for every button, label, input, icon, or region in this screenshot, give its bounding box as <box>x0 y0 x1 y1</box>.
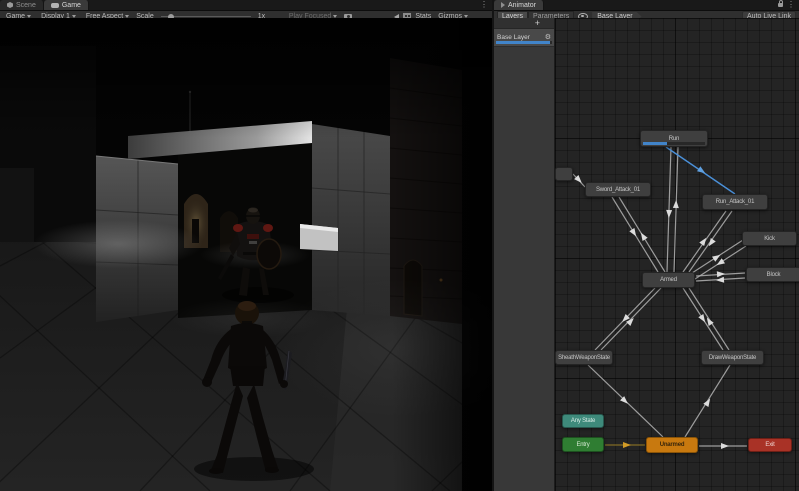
state-label: Unarmed <box>660 442 685 448</box>
gamepad-icon <box>51 3 59 8</box>
entry-node[interactable]: Entry <box>562 437 604 452</box>
game-viewport[interactable] <box>0 18 492 491</box>
layer-progress-bar <box>496 41 552 44</box>
state-label: Block <box>767 272 781 278</box>
state-label: DrawWeaponState <box>709 355 756 361</box>
animator-tab-bar: Animator ⋮ <box>494 0 799 11</box>
transition[interactable] <box>696 277 745 284</box>
add-layer-button[interactable]: + <box>535 19 540 27</box>
tab-scene-label: Scene <box>16 2 36 9</box>
transition-entry[interactable] <box>605 442 645 448</box>
layer-item-base-layer[interactable]: Base Layer ⚙ <box>494 29 554 47</box>
transition[interactable] <box>683 288 723 350</box>
state-node-sheath-weapon[interactable]: SheathWeaponState <box>555 350 613 365</box>
enemy-shield <box>257 239 281 269</box>
transition[interactable] <box>573 174 585 187</box>
transition[interactable] <box>601 288 661 350</box>
game-panel-menu-icon[interactable]: ⋮ <box>480 1 488 10</box>
layer-name: Base Layer <box>497 34 530 41</box>
game-scene-render <box>0 18 492 491</box>
transition[interactable] <box>619 197 665 272</box>
scale-slider[interactable] <box>161 16 251 17</box>
transition[interactable] <box>666 147 672 272</box>
default-state-node-unarmed[interactable]: Unarmed <box>646 437 698 453</box>
enemy-shadow <box>222 287 294 303</box>
transition[interactable] <box>689 211 732 272</box>
state-node-armed[interactable]: Armed <box>642 272 695 288</box>
animator-body: + Base Layer ⚙ <box>494 18 799 491</box>
transition[interactable] <box>612 197 658 272</box>
game-panel-tab-bar: Scene Game ⋮ <box>0 0 492 11</box>
animator-icon <box>501 2 505 8</box>
state-node-run-attack[interactable]: Run_Attack_01 <box>702 194 768 210</box>
state-label: Any State <box>571 418 595 424</box>
tab-animator-label: Animator <box>508 2 536 9</box>
animator-graph[interactable]: Sword_Attack_01 Run Run_Attack_01 Kick B… <box>555 18 799 491</box>
animator-panel: Animator ⋮ Layers Parameters Base Layer … <box>492 0 799 491</box>
state-node-clipped[interactable] <box>555 167 573 181</box>
unity-editor: Scene Game ⋮ Game Display 1 Free Aspect … <box>0 0 799 491</box>
layers-sidebar: + Base Layer ⚙ <box>494 18 555 491</box>
state-node-block[interactable]: Block <box>746 267 799 282</box>
transition[interactable] <box>699 443 747 449</box>
any-state-node[interactable]: Any State <box>562 414 604 428</box>
tab-scene[interactable]: Scene <box>0 0 44 10</box>
game-panel: Scene Game ⋮ Game Display 1 Free Aspect … <box>0 0 492 491</box>
state-label: SheathWeaponState <box>558 355 610 361</box>
animator-menu-icon[interactable]: ⋮ <box>787 1 795 10</box>
state-node-run[interactable]: Run <box>640 130 708 147</box>
state-label: Entry <box>576 442 589 448</box>
transition[interactable] <box>595 288 655 350</box>
state-label: Kick <box>764 236 775 242</box>
add-layer-row: + <box>494 18 554 29</box>
tab-game[interactable]: Game <box>44 0 89 10</box>
tab-animator[interactable]: Animator <box>494 0 544 10</box>
transition[interactable] <box>673 147 679 272</box>
exit-node[interactable]: Exit <box>748 438 792 452</box>
state-node-draw-weapon[interactable]: DrawWeaponState <box>701 350 764 365</box>
state-node-kick[interactable]: Kick <box>742 231 797 246</box>
state-label: Exit <box>765 442 774 448</box>
lock-icon[interactable] <box>778 3 783 7</box>
state-label: Armed <box>660 277 677 283</box>
state-label: Run <box>669 136 679 142</box>
state-label: Run_Attack_01 <box>716 199 754 205</box>
transition[interactable] <box>685 365 730 437</box>
scene-icon <box>7 2 13 8</box>
state-node-sword-attack[interactable]: Sword_Attack_01 <box>585 182 651 197</box>
gear-icon[interactable]: ⚙ <box>545 34 551 41</box>
state-label: Sword_Attack_01 <box>596 187 640 193</box>
tab-game-label: Game <box>62 2 81 9</box>
transition[interactable] <box>689 288 729 350</box>
state-progress-bar <box>643 142 705 145</box>
